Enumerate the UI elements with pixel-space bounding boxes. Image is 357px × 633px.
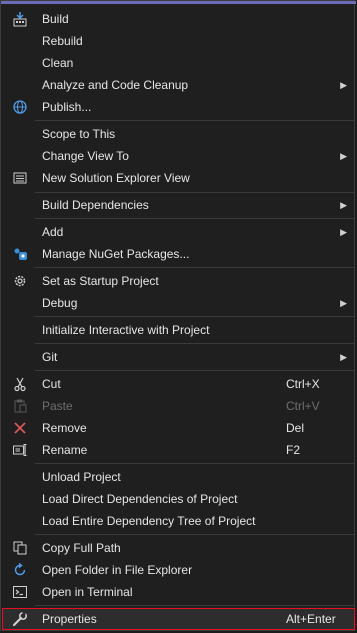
menu-item-label: Build <box>42 12 69 26</box>
globe-icon <box>12 99 28 115</box>
menu-separator <box>35 605 355 606</box>
menu-separator <box>35 267 355 268</box>
menu-item-rebuild[interactable]: Rebuild <box>2 30 355 52</box>
menu-item-label: Add <box>42 225 64 239</box>
menu-item-label: Copy Full Path <box>42 541 121 555</box>
menu-item-cut[interactable]: Cut Ctrl+X <box>2 373 355 395</box>
menu-item-scope-to-this[interactable]: Scope to This <box>2 123 355 145</box>
remove-icon <box>12 420 28 436</box>
menu-item-change-view-to[interactable]: Change View To ▶ <box>2 145 355 167</box>
chevron-right-icon: ▶ <box>340 352 347 362</box>
menu-item-git[interactable]: Git ▶ <box>2 346 355 368</box>
menu-item-label: Git <box>42 350 58 364</box>
menu-top-border <box>1 1 356 4</box>
menu-item-label: Open Folder in File Explorer <box>42 563 193 577</box>
menu-item-label: New Solution Explorer View <box>42 171 190 185</box>
wrench-icon <box>12 611 28 627</box>
menu-item-initialize-interactive[interactable]: Initialize Interactive with Project <box>2 319 355 341</box>
paste-icon <box>12 398 28 414</box>
menu-item-add[interactable]: Add ▶ <box>2 221 355 243</box>
menu-item-copy-full-path[interactable]: Copy Full Path <box>2 537 355 559</box>
menu-item-new-solution-explorer-view[interactable]: New Solution Explorer View <box>2 167 355 189</box>
menu-separator <box>35 120 355 121</box>
menu-item-label: Load Direct Dependencies of Project <box>42 492 238 506</box>
refresh-arrow-icon <box>12 562 28 578</box>
menu-item-manage-nuget[interactable]: Manage NuGet Packages... <box>2 243 355 265</box>
menu-item-build-dependencies[interactable]: Build Dependencies ▶ <box>2 194 355 216</box>
menu-item-set-startup-project[interactable]: Set as Startup Project <box>2 270 355 292</box>
copy-icon <box>12 540 28 556</box>
solution-explorer-icon <box>12 170 28 186</box>
menu-item-label: Build Dependencies <box>42 198 149 212</box>
menu-item-label: Publish... <box>42 100 92 114</box>
menu-separator <box>35 316 355 317</box>
menu-item-label: Remove <box>42 421 87 435</box>
menu-item-publish[interactable]: Publish... <box>2 96 355 118</box>
chevron-right-icon: ▶ <box>340 151 347 161</box>
menu-separator <box>35 370 355 371</box>
terminal-icon <box>12 584 28 600</box>
menu-item-label: Initialize Interactive with Project <box>42 323 210 337</box>
menu-separator <box>35 463 355 464</box>
menu-item-label: Paste <box>42 399 73 413</box>
menu-item-open-in-terminal[interactable]: Open in Terminal <box>2 581 355 603</box>
menu-item-rename[interactable]: Rename F2 <box>2 439 355 461</box>
shortcut-label: F2 <box>286 443 301 457</box>
menu-separator <box>35 218 355 219</box>
menu-item-debug[interactable]: Debug ▶ <box>2 292 355 314</box>
shortcut-label: Ctrl+X <box>286 377 320 391</box>
shortcut-label: Del <box>286 421 305 435</box>
context-menu: Build Rebuild Clean Analyze and Code Cle… <box>0 0 356 631</box>
menu-item-build[interactable]: Build <box>2 8 355 30</box>
menu-item-open-folder-in-explorer[interactable]: Open Folder in File Explorer <box>2 559 355 581</box>
menu-item-clean[interactable]: Clean <box>2 52 355 74</box>
gear-icon <box>12 273 28 289</box>
chevron-right-icon: ▶ <box>340 80 347 90</box>
scissors-icon <box>12 376 28 392</box>
menu-item-label: Cut <box>42 377 61 391</box>
menu-item-load-entire-dependency-tree[interactable]: Load Entire Dependency Tree of Project <box>2 510 355 532</box>
menu-item-label: Open in Terminal <box>42 585 133 599</box>
shortcut-label: Ctrl+V <box>286 399 320 413</box>
chevron-right-icon: ▶ <box>340 200 347 210</box>
shortcut-label: Alt+Enter <box>286 612 336 626</box>
menu-item-unload-project[interactable]: Unload Project <box>2 466 355 488</box>
menu-item-label: Properties <box>42 612 97 626</box>
menu-separator <box>35 343 355 344</box>
chevron-right-icon: ▶ <box>340 298 347 308</box>
menu-item-label: Change View To <box>42 149 129 163</box>
menu-item-label: Rebuild <box>42 34 83 48</box>
menu-item-label: Unload Project <box>42 470 121 484</box>
menu-item-analyze-cleanup[interactable]: Analyze and Code Cleanup ▶ <box>2 74 355 96</box>
menu-item-remove[interactable]: Remove Del <box>2 417 355 439</box>
menu-item-load-direct-dependencies[interactable]: Load Direct Dependencies of Project <box>2 488 355 510</box>
menu-item-label: Rename <box>42 443 88 457</box>
menu-item-label: Manage NuGet Packages... <box>42 247 190 261</box>
menu-item-paste[interactable]: Paste Ctrl+V <box>2 395 355 417</box>
menu-separator <box>35 534 355 535</box>
menu-item-label: Debug <box>42 296 78 310</box>
menu-item-properties[interactable]: Properties Alt+Enter <box>2 608 355 630</box>
rename-icon <box>12 442 28 458</box>
chevron-right-icon: ▶ <box>340 227 347 237</box>
menu-item-label: Load Entire Dependency Tree of Project <box>42 514 256 528</box>
menu-separator <box>35 192 355 193</box>
build-icon <box>12 11 28 27</box>
menu-item-label: Analyze and Code Cleanup <box>42 78 189 92</box>
menu-item-label: Scope to This <box>42 127 116 141</box>
nuget-icon <box>12 246 28 262</box>
menu-item-label: Set as Startup Project <box>42 274 159 288</box>
menu-item-label: Clean <box>42 56 74 70</box>
